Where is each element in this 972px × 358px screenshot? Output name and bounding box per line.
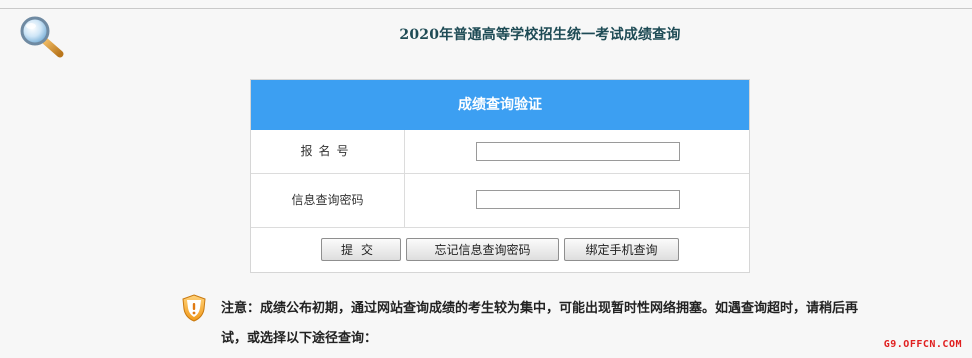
query-password-label: 信息查询密码 <box>251 174 405 227</box>
warning-shield-icon <box>182 294 206 322</box>
registration-number-input[interactable] <box>476 142 680 161</box>
magnifier-icon <box>20 16 64 58</box>
button-row: 提交 忘记信息查询密码 绑定手机查询 <box>251 228 749 272</box>
form-row-password: 信息查询密码 <box>251 174 749 228</box>
site-watermark: G9.OFFCN.COM <box>883 339 962 350</box>
bind-phone-button[interactable]: 绑定手机查询 <box>564 238 679 261</box>
submit-button[interactable]: 提交 <box>321 238 401 261</box>
panel-title: 成绩查询验证 <box>251 80 749 130</box>
query-form-panel: 成绩查询验证 报名号 信息查询密码 提交 忘记信息查询密码 绑定手机查询 <box>250 79 750 273</box>
forgot-password-button[interactable]: 忘记信息查询密码 <box>406 238 559 261</box>
top-divider <box>0 8 972 9</box>
form-row-registration: 报名号 <box>251 130 749 174</box>
page-title: 2020年普通高等学校招生统一考试成绩查询 <box>399 27 681 43</box>
notice-text: 注意：成绩公布初期，通过网站查询成绩的考生较为集中，可能出现暂时性网络拥塞。如遇… <box>221 301 859 346</box>
query-password-input[interactable] <box>476 190 680 209</box>
registration-number-label: 报名号 <box>251 130 405 173</box>
